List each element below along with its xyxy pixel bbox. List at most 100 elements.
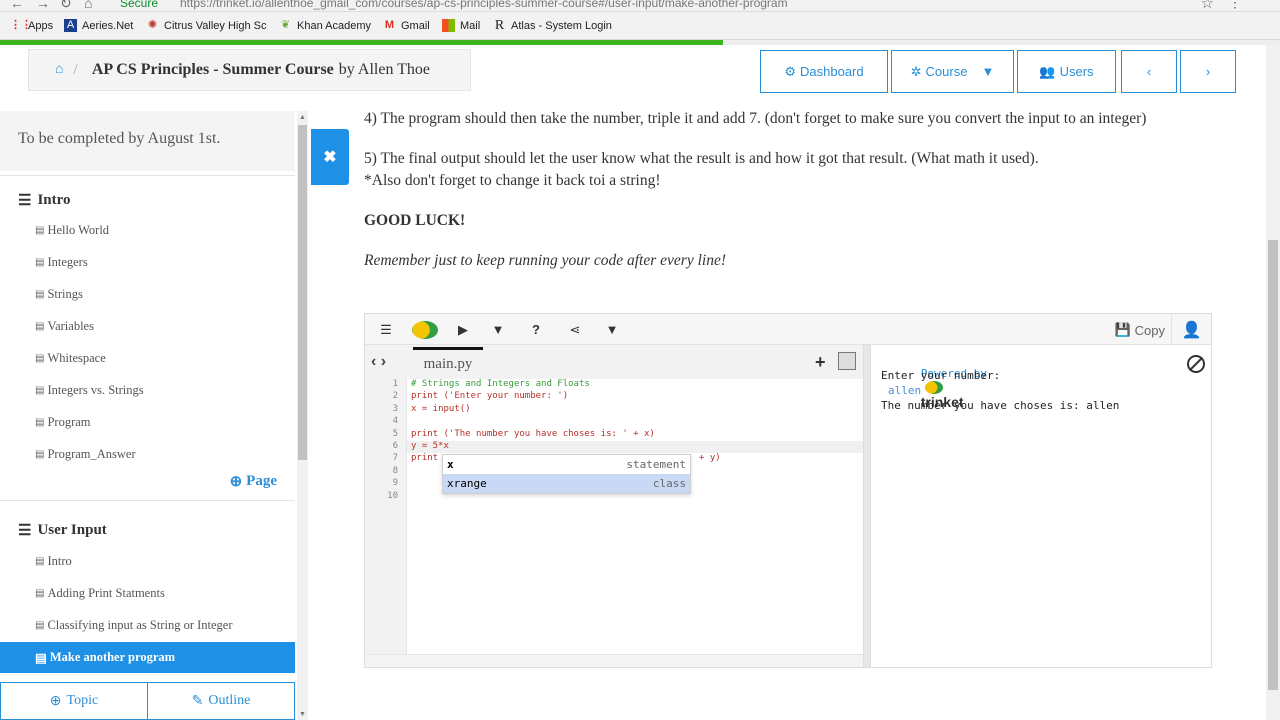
chevron-right-icon: ›	[1205, 64, 1211, 79]
gmail-icon: M	[384, 19, 395, 31]
bookmark-citrus[interactable]: ✺ Citrus Valley High Sc	[146, 19, 267, 32]
tab-main-py[interactable]: main.py	[413, 347, 483, 379]
sidebar-item-classifying-input[interactable]: ▤ Classifying input as String or Integer	[35, 618, 233, 633]
back-arrow-icon[interactable]: ←	[10, 0, 24, 11]
sidebar-item-make-another-program[interactable]: ▤ Make another program	[0, 642, 295, 673]
trinket-logo-icon[interactable]	[407, 314, 443, 345]
bookmark-gmail[interactable]: M Gmail	[383, 19, 430, 32]
run-icon[interactable]: ▶	[445, 314, 481, 345]
image-file-icon[interactable]	[838, 352, 856, 370]
autocomplete-kind: class	[652, 477, 686, 490]
sidebar-item-program-answer[interactable]: ▤ Program_Answer	[35, 447, 136, 462]
sidebar-item-whitespace[interactable]: ▤ Whitespace	[35, 351, 106, 366]
dashboard-icon: ⚙	[784, 63, 797, 79]
next-button[interactable]: ›	[1180, 50, 1236, 93]
sidebar-item-hello-world[interactable]: ▤ Hello World	[35, 223, 109, 238]
outline-button[interactable]: ✎ Outline	[147, 682, 295, 720]
lesson-content: 4) The program should then take the numb…	[364, 108, 1214, 290]
scrollbar-thumb[interactable]	[1268, 240, 1278, 690]
course-outline-sidebar: To be completed by August 1st. ☰ Intro ▤…	[0, 111, 295, 720]
dashboard-button[interactable]: ⚙ Dashboard	[760, 50, 888, 93]
sidebar-item-label: Hello World	[47, 223, 110, 237]
apps-grid-icon: ⋮⋮	[10, 19, 32, 31]
add-topic-button[interactable]: ⊕ Topic	[0, 682, 148, 720]
sidebar-item-program[interactable]: ▤ Program	[35, 415, 91, 430]
bookmark-khan[interactable]: ❦ Khan Academy	[279, 19, 371, 32]
sidebar-item-variables[interactable]: ▤ Variables	[35, 319, 94, 334]
home-icon[interactable]: ⌂	[84, 0, 92, 11]
copy-button[interactable]: 💾 Copy	[1114, 322, 1165, 338]
autocomplete-option[interactable]: x statement	[443, 455, 690, 474]
autocomplete-option-selected[interactable]: xrange class	[443, 474, 690, 493]
sidebar-item-label: Integers vs. Strings	[47, 383, 144, 397]
bookmark-mail[interactable]: Mail	[442, 19, 480, 32]
add-file-icon[interactable]: +	[815, 352, 826, 373]
clear-output-icon[interactable]	[1187, 355, 1205, 373]
forward-arrow-icon[interactable]: →	[36, 0, 50, 11]
line-number: 10	[387, 490, 398, 501]
bookmark-label: Aeries.Net	[82, 19, 134, 32]
sidebar-item-integers[interactable]: ▤ Integers	[35, 255, 88, 270]
bookmark-label: Citrus Valley High Sc	[164, 19, 267, 32]
sidebar-item-label: Program_Answer	[47, 447, 136, 461]
code-line: y = 5*x	[411, 441, 449, 451]
users-button[interactable]: 👥 Users	[1017, 50, 1116, 93]
user-icon[interactable]: 👤	[1171, 314, 1211, 345]
menu-icon[interactable]: ☰	[368, 314, 404, 345]
scroll-down-icon[interactable]: ▼	[299, 710, 306, 718]
share-options-chevron-icon[interactable]: ▼	[594, 314, 630, 345]
users-icon: 👥	[1039, 63, 1056, 79]
line-number: 1	[392, 379, 398, 389]
bookmark-atlas[interactable]: R Atlas - System Login	[493, 18, 612, 33]
atlas-icon: R	[494, 18, 505, 33]
outline-label: Outline	[208, 693, 251, 708]
sidebar-item-label: Integers	[47, 255, 88, 269]
sidebar-item-strings[interactable]: ▤ Strings	[35, 287, 83, 302]
gear-icon: ✲	[910, 63, 922, 79]
close-sidebar-button[interactable]: ✖	[311, 129, 349, 185]
chevron-left-icon: ‹	[1146, 64, 1152, 79]
sidebar-item-adding-print[interactable]: ▤ Adding Print Statments	[35, 586, 165, 601]
code-nav-icon[interactable]: ‹ ›	[371, 353, 386, 371]
sidebar-item-intro[interactable]: ▤ Intro	[35, 554, 72, 569]
bookmark-label: Khan Academy	[297, 19, 371, 32]
sidebar-item-integers-vs-strings[interactable]: ▤ Integers vs. Strings	[35, 383, 144, 398]
document-icon: ▤	[35, 385, 45, 396]
document-icon: ▤	[35, 588, 45, 599]
run-options-chevron-icon[interactable]: ▼	[480, 314, 516, 345]
bookmark-aeries[interactable]: A Aeries.Net	[64, 19, 133, 32]
line-number: 8	[392, 465, 398, 476]
sidebar-scrollbar[interactable]: ▲ ▼	[297, 111, 308, 720]
add-page-button[interactable]: ⊕ Page	[230, 472, 277, 491]
section-intro[interactable]: ☰ Intro	[0, 191, 71, 210]
url-field[interactable]: https://trinket.io/allenthoe_gmail_com/c…	[180, 0, 788, 10]
prev-button[interactable]: ‹	[1121, 50, 1177, 93]
instruction-step-5: 5) The final output should let the user …	[364, 148, 1214, 192]
code-editor[interactable]: 1 2 3 4 5 6 7 8 9 10 # Strings and Integers and F…	[365, 379, 863, 654]
course-label: Course	[925, 64, 968, 79]
home-icon[interactable]: ⌂	[55, 62, 63, 78]
scrollbar-thumb[interactable]	[298, 125, 307, 460]
output-console[interactable]: Powered by trinket Enter your number: al…	[872, 345, 1211, 667]
share-icon[interactable]: ⋖	[557, 314, 593, 345]
course-title[interactable]: AP CS Principles - Summer Course	[92, 61, 334, 79]
browser-menu-icon[interactable]: ⋮	[1228, 0, 1242, 11]
bookmark-apps[interactable]: ⋮⋮ Apps	[10, 19, 53, 32]
course-dropdown-button[interactable]: ✲ Course ▼	[891, 50, 1014, 93]
page-scrollbar[interactable]	[1266, 45, 1280, 720]
help-icon[interactable]: ?	[518, 314, 554, 345]
editor-horizontal-scrollbar[interactable]	[365, 654, 863, 667]
reload-icon[interactable]: ↻	[60, 0, 72, 11]
course-progress-bar	[0, 40, 1280, 45]
save-icon: 💾	[1114, 322, 1131, 337]
sidebar-item-label: Classifying input as String or Integer	[47, 618, 233, 632]
bookmark-star-icon[interactable]: ☆	[1201, 0, 1214, 11]
code-line: x = input()	[411, 403, 471, 414]
scroll-up-icon[interactable]: ▲	[299, 113, 306, 121]
line-number: 9	[392, 478, 398, 489]
line-number: 2	[392, 391, 398, 402]
pane-splitter[interactable]	[863, 345, 871, 667]
autocomplete-popup[interactable]: x statement xrange class	[442, 454, 691, 494]
instruction-step-4: 4) The program should then take the numb…	[364, 110, 1147, 127]
section-user-input[interactable]: ☰ User Input	[0, 521, 107, 540]
